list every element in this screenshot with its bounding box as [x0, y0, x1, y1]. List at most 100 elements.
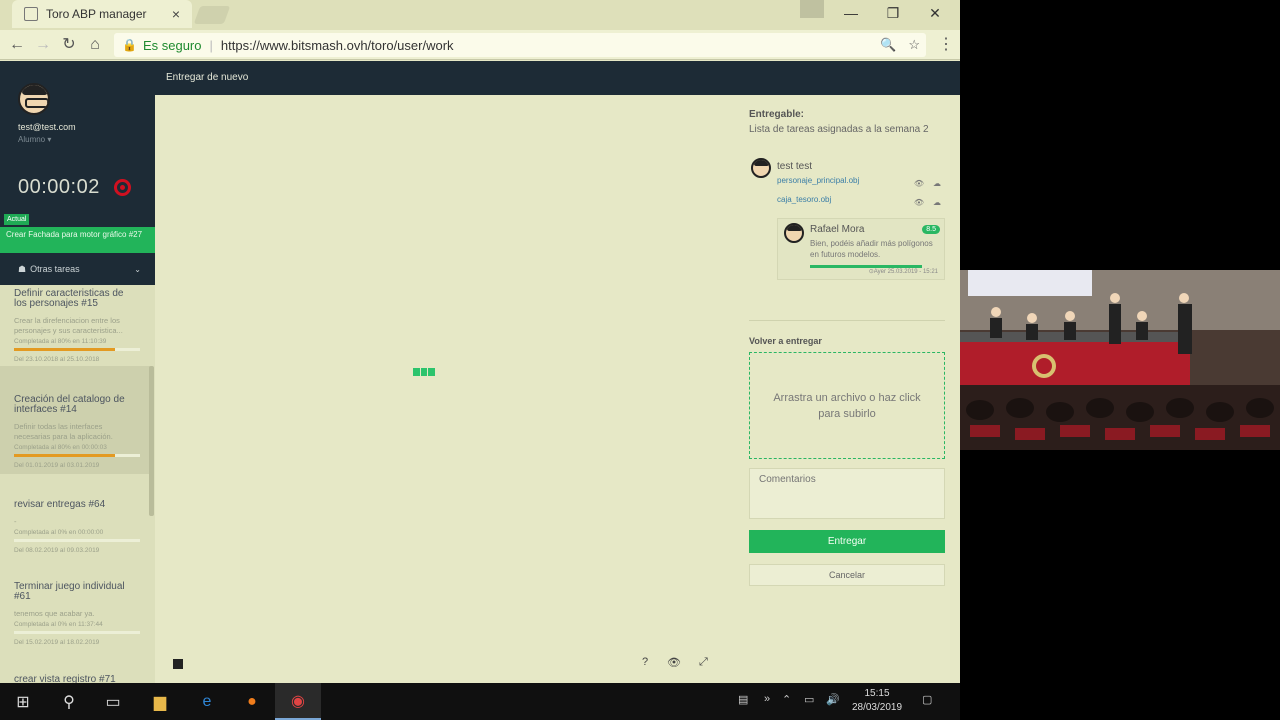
reload-icon[interactable]: ↻: [58, 34, 80, 56]
browser-toolbar: ← → ↻ ⌂ 🔒 Es seguro | https://www.bitsma…: [0, 30, 960, 60]
grade-badge: 8.5: [922, 225, 940, 234]
camera-feed: [960, 270, 1280, 450]
zoom-icon[interactable]: 🔍: [880, 37, 896, 53]
users-icon: ☗: [18, 263, 27, 274]
other-tasks-label: Otras tareas: [30, 264, 80, 274]
progress-fill: [14, 348, 115, 351]
cancel-button[interactable]: Cancelar: [749, 564, 945, 586]
list-item[interactable]: Creación del catalogo de interfaces #14 …: [0, 366, 150, 474]
task-description: -: [14, 517, 17, 526]
browser-tab[interactable]: Toro ABP manager ×: [12, 0, 192, 28]
network-icon[interactable]: ▭: [804, 693, 814, 706]
file-dropzone[interactable]: Arrastra un archivo o haz click para sub…: [749, 352, 945, 459]
camera-scene: [960, 270, 1280, 450]
eye-icon[interactable]: 👁: [667, 656, 681, 669]
browser-menu-icon[interactable]: ⋮: [938, 34, 954, 54]
list-item[interactable]: revisar entregas #64 - Completada al 0% …: [0, 500, 150, 570]
close-tab-icon[interactable]: ×: [168, 6, 184, 22]
progress-bar: [14, 348, 140, 351]
progress-bar: [14, 454, 140, 457]
task-progress-text: Completada al 80% en 00:00:03: [14, 444, 107, 451]
task-view-icon[interactable]: ▭: [90, 683, 136, 720]
fullscreen-icon[interactable]: ⤢: [699, 656, 708, 669]
progress-fill: [14, 454, 115, 457]
clock-time: 15:15: [864, 688, 890, 699]
search-icon[interactable]: ⚲: [46, 683, 92, 720]
minimize-icon[interactable]: —: [830, 0, 872, 26]
firefox-icon[interactable]: ●: [229, 683, 275, 720]
eye-icon[interactable]: 👁: [912, 178, 926, 190]
task-dates: Del 01.01.2019 al 03.01.2019: [14, 462, 100, 469]
notifications-icon[interactable]: ▢: [922, 693, 932, 706]
screen: Toro ABP manager × — ❐ ✕ ← → ↻ ⌂ 🔒 Es se…: [0, 0, 960, 720]
chevron-down-icon: ⌄: [134, 264, 141, 274]
download-icon[interactable]: ☁: [930, 178, 944, 190]
chrome-icon[interactable]: ◉: [275, 683, 321, 720]
display-icon[interactable]: ▤: [738, 693, 748, 706]
file-link[interactable]: caja_tesoro.obj: [777, 195, 831, 204]
restore-icon[interactable]: ❐: [872, 0, 914, 26]
task-dates: Del 23.10.2018 al 25.10.2018: [14, 356, 100, 363]
profile-icon[interactable]: [800, 0, 824, 18]
help-icon[interactable]: ?: [642, 656, 648, 668]
task-title: crear vista registro #71: [14, 674, 116, 684]
close-window-icon[interactable]: ✕: [914, 0, 956, 26]
url-text: https://www.bitsmash.ovh/toro/user/work: [220, 37, 454, 53]
task-title: Definir caracteristicas de los personaje…: [14, 288, 124, 309]
current-badge: Actual: [4, 214, 30, 225]
task-progress-text: Completada al 80% en 11:10:39: [14, 338, 107, 345]
user-role-dropdown[interactable]: Alumno ▾: [18, 135, 51, 144]
sidebar-scrollbar[interactable]: [149, 366, 154, 516]
user-email: test@test.com: [18, 122, 76, 132]
other-tasks-toggle[interactable]: ☗ Otras tareas ⌄: [0, 257, 155, 281]
download-icon[interactable]: ☁: [930, 197, 944, 209]
browser-tabbar: Toro ABP manager × — ❐ ✕: [0, 0, 960, 30]
review-card: Rafael Mora 8.5 Bien, podéis añadir más …: [777, 218, 945, 280]
dropzone-text: Arrastra un archivo o haz click para sub…: [773, 391, 921, 420]
new-tab-button[interactable]: [193, 6, 231, 24]
home-icon[interactable]: ⌂: [84, 34, 106, 56]
submitter-name: test test: [777, 161, 813, 172]
overflow-icon[interactable]: »: [764, 693, 770, 705]
current-task[interactable]: Crear Fachada para motor gráfico #27: [0, 227, 155, 253]
submit-button[interactable]: Entregar: [749, 530, 945, 553]
task-description: tenemos que acabar ya.: [14, 609, 95, 618]
bookmark-star-icon[interactable]: ☆: [908, 37, 920, 53]
back-icon[interactable]: ←: [6, 34, 28, 56]
resend-label: Volver a entregar: [749, 336, 822, 346]
review-date: ⊙Ayer 25.03.2019 - 15:21: [868, 269, 938, 275]
page-icon: [24, 7, 38, 21]
file-link[interactable]: personaje_principal.obj: [777, 176, 859, 185]
stop-icon[interactable]: [173, 659, 183, 669]
windows-start-icon[interactable]: ⊞: [0, 683, 46, 720]
eye-icon[interactable]: 👁: [912, 197, 926, 209]
task-list: Definir caracteristicas de los personaje…: [0, 285, 150, 683]
task-progress-text: Completada al 0% en 00:00:00: [14, 529, 104, 536]
list-item[interactable]: crear vista registro #71: [0, 674, 150, 684]
address-bar[interactable]: 🔒 Es seguro | https://www.bitsmash.ovh/t…: [114, 33, 926, 57]
record-stop-icon[interactable]: [114, 179, 131, 196]
forward-icon[interactable]: →: [32, 34, 54, 56]
loading-spinner: [413, 368, 436, 376]
review-comment: Bien, podéis añadir más polígonos en fut…: [810, 239, 933, 259]
system-clock[interactable]: 15:15 28/03/2019: [842, 687, 912, 715]
volume-icon[interactable]: 🔊: [826, 693, 840, 706]
reviewer-name: Rafael Mora: [810, 224, 865, 235]
progress-bar: [14, 539, 140, 542]
tray-chevron-up-icon[interactable]: ⌃: [782, 693, 791, 706]
list-item[interactable]: Terminar juego individual #61 tenemos qu…: [0, 582, 150, 662]
secure-label: Es seguro: [142, 37, 202, 53]
reviewer-avatar: [784, 223, 804, 243]
task-title: revisar entregas #64: [14, 499, 106, 510]
comments-field[interactable]: [749, 468, 945, 519]
page-title: Entregar de nuevo: [166, 72, 249, 83]
task-title: Terminar juego individual #61: [14, 581, 125, 602]
file-explorer-icon[interactable]: ▆: [137, 683, 183, 720]
edge-icon[interactable]: e: [184, 683, 230, 720]
progress-bar: [14, 631, 140, 634]
avatar[interactable]: [18, 83, 50, 115]
clock-date: 28/03/2019: [851, 702, 903, 713]
sidebar: test@test.com Alumno ▾ 00:00:02 Actual C…: [0, 61, 155, 683]
task-title: Creación del catalogo de interfaces #14: [14, 394, 125, 415]
task-timer: 00:00:02: [18, 176, 100, 198]
